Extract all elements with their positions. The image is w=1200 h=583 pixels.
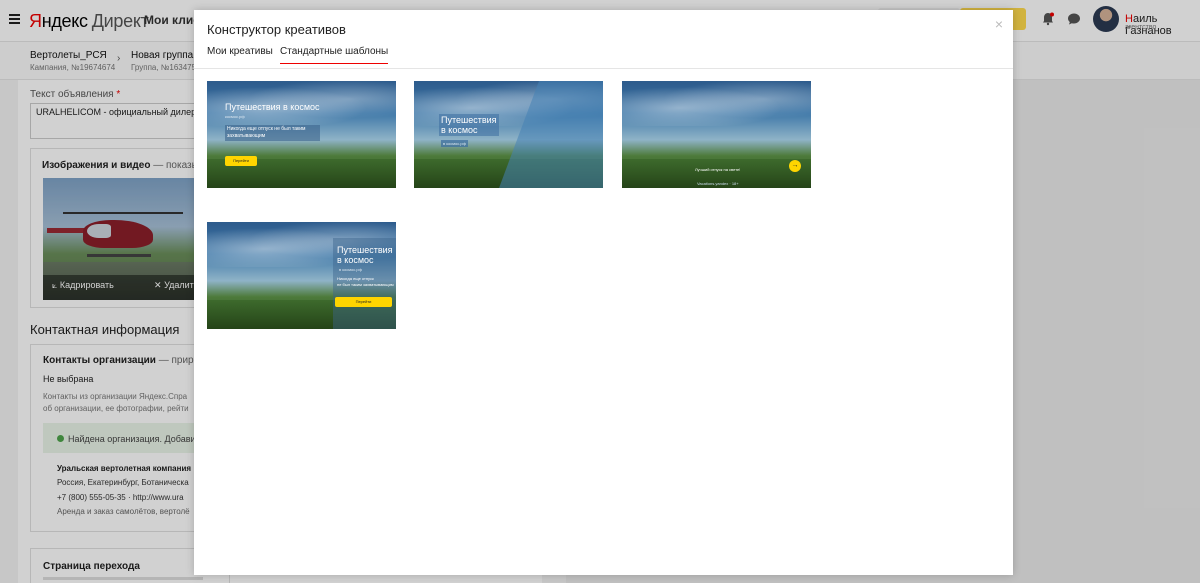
template-headline-line-1: Путешествия bbox=[337, 245, 393, 255]
template-domain: космос.рф bbox=[225, 114, 245, 119]
template-headline: Путешествия в космос bbox=[439, 114, 499, 136]
template-clouds bbox=[622, 81, 811, 126]
template-headline: Путешествия в космос bbox=[337, 245, 393, 265]
template-subtitle: Никогда еще отпуск не был таким захватыв… bbox=[337, 276, 394, 288]
arrow-right-icon: → bbox=[789, 160, 801, 172]
template-headline-line-2: в космос bbox=[441, 125, 478, 135]
tab-standard-templates[interactable]: Стандартные шаблоны bbox=[280, 46, 389, 64]
tabs-divider bbox=[194, 68, 1013, 69]
template-card-4[interactable]: Путешествия в космос в космос.рф Никогда… bbox=[207, 222, 396, 329]
template-card-2[interactable]: Путешествия в космос в космос.рф bbox=[414, 81, 603, 188]
template-card-1[interactable]: Путешествия в космос космос.рф Никогда е… bbox=[207, 81, 396, 188]
template-domain: в космос.рф bbox=[339, 267, 362, 272]
tab-my-creatives[interactable]: Мои креативы bbox=[207, 46, 273, 63]
template-card-3[interactable]: Лучший отпуск на свете! Vacations.yandex… bbox=[622, 81, 811, 188]
template-subtitle-line-2: не был таким захватывающим bbox=[337, 282, 394, 287]
modal-title: Конструктор креативов bbox=[207, 22, 346, 37]
template-caption: Лучший отпуск на свете! bbox=[695, 167, 741, 172]
template-go-button: Перейти bbox=[225, 156, 257, 166]
template-domain: в космос.рф bbox=[441, 140, 468, 147]
template-headline-line-1: Путешествия bbox=[441, 115, 497, 125]
template-go-button: Перейти bbox=[335, 297, 392, 307]
template-headline-line-2: в космос bbox=[337, 255, 374, 265]
template-headline: Путешествия в космос bbox=[225, 102, 320, 112]
template-subtitle: Никогда еще отпуск не был таким захватыв… bbox=[225, 125, 320, 141]
close-icon[interactable]: × bbox=[992, 17, 1006, 31]
template-footer: Vacations.yandex · 18+ bbox=[697, 181, 739, 186]
